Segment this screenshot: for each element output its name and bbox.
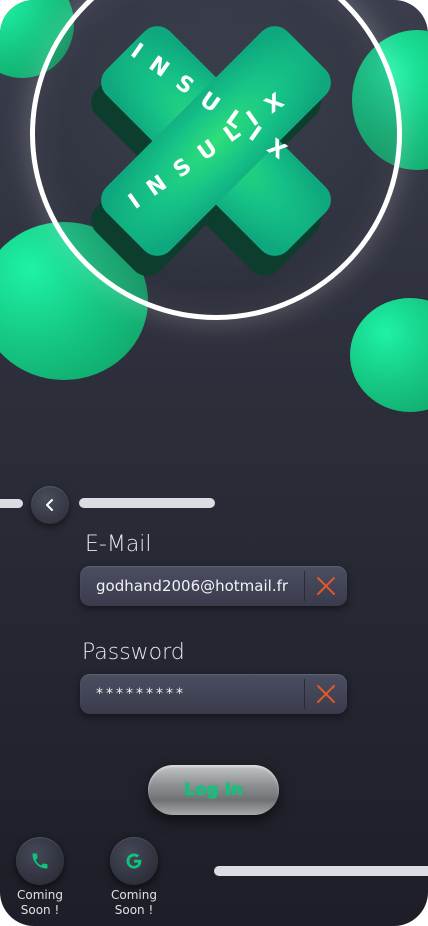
password-label: Password xyxy=(82,640,185,665)
password-value[interactable]: ********* xyxy=(96,674,186,714)
chevron-left-icon xyxy=(46,499,53,511)
phone-icon xyxy=(32,853,48,869)
email-value[interactable]: godhand2006@hotmail.fr xyxy=(96,566,288,606)
google-coming-soon: Coming Soon ! xyxy=(111,888,157,917)
slider-track-bottom xyxy=(214,866,428,876)
slider-track-left xyxy=(0,499,23,508)
slider-track-right xyxy=(79,498,215,508)
back-button[interactable] xyxy=(31,486,69,524)
login-button-label: Log In xyxy=(183,780,244,800)
password-field[interactable]: ********* xyxy=(80,674,347,714)
clear-email-button[interactable] xyxy=(312,572,340,600)
decorative-green-sphere xyxy=(350,298,428,412)
close-icon xyxy=(317,577,335,595)
field-divider xyxy=(304,571,305,601)
google-icon xyxy=(126,853,142,869)
email-label: E-Mail xyxy=(85,532,152,557)
close-icon xyxy=(317,685,335,703)
field-divider xyxy=(304,679,305,709)
login-screen: INSULIX INSULIX E-Mail godhand2006@hotma… xyxy=(0,0,428,926)
email-field[interactable]: godhand2006@hotmail.fr xyxy=(80,566,347,606)
clear-password-button[interactable] xyxy=(312,680,340,708)
login-button[interactable]: Log In xyxy=(148,765,279,815)
google-login-button[interactable] xyxy=(110,837,158,885)
phone-login-button[interactable] xyxy=(16,837,64,885)
logo-ring: INSULIX INSULIX xyxy=(30,0,402,320)
phone-coming-soon: Coming Soon ! xyxy=(17,888,63,917)
insulix-logo: INSULIX INSULIX xyxy=(91,26,331,276)
